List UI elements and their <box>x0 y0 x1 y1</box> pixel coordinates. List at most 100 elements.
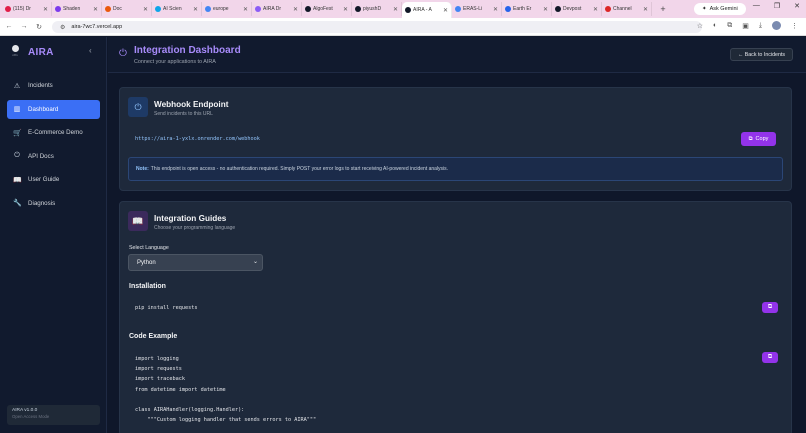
sidebar-item-user-guide[interactable]: 📖 User Guide <box>7 170 100 189</box>
close-tab-icon[interactable]: ✕ <box>93 6 98 13</box>
browser-tab[interactable]: AlgoFest ✕ <box>302 2 352 16</box>
integration-guides-card: 📖 Integration Guides Choose your program… <box>119 201 792 433</box>
browser-tab-label: AI Scien <box>163 6 182 12</box>
copy-icon: ⧉ <box>748 135 753 142</box>
favicon-icon <box>455 6 461 12</box>
sidebar-item-e-commerce-demo[interactable]: 🛒 E-Commerce Demo <box>7 123 100 142</box>
sidebar-item-label: Dashboard <box>28 105 59 113</box>
page-title: Integration Dashboard <box>134 45 241 56</box>
close-tab-icon[interactable]: ✕ <box>43 6 48 13</box>
guides-subtitle: Choose your programming language <box>154 225 236 231</box>
profile-avatar[interactable] <box>772 21 781 30</box>
sidebar: n8n AIRA ‹ ⚠ Incidents ▥ Dashboard 🛒 E-Commer… <box>0 37 107 433</box>
close-tab-icon[interactable]: ✕ <box>343 6 348 13</box>
favicon-icon <box>205 6 211 12</box>
minimize-icon[interactable]: — <box>753 2 760 10</box>
favicon-icon <box>605 6 611 12</box>
site-info-icon[interactable]: ⚙ <box>60 24 65 31</box>
install-command: pip install requests <box>135 305 198 311</box>
webhook-url: https://aira-1-yxlx.onrender.com/webhook <box>135 136 260 142</box>
copy-install-button[interactable]: ⧉ <box>762 302 778 313</box>
main-content: ⏻ Integration Dashboard Connect your app… <box>108 37 806 433</box>
copy-code-button[interactable]: ⧉ <box>762 352 778 363</box>
browser-tab[interactable]: europe ✕ <box>202 2 252 16</box>
sidebar-nav: ⚠ Incidents ▥ Dashboard 🛒 E-Commerce Demo ⏻ API… <box>7 76 100 217</box>
sidebar-item-dashboard[interactable]: ▥ Dashboard <box>7 99 100 119</box>
new-tab-icon[interactable]: + <box>656 4 670 14</box>
close-tab-icon[interactable]: ✕ <box>143 6 148 13</box>
browser-tab-label: AIRA Dr <box>263 6 282 12</box>
browser-tab[interactable]: ERAS-Li ✕ <box>452 2 502 16</box>
download-icon[interactable]: ⤓ <box>759 22 762 30</box>
close-tab-icon[interactable]: ✕ <box>243 6 248 13</box>
browser-tab[interactable]: (115) Dr ✕ <box>2 2 52 16</box>
brand[interactable]: n8n AIRA <box>10 45 54 59</box>
close-tab-icon[interactable]: ✕ <box>393 6 398 13</box>
collapse-sidebar-icon[interactable]: ‹ <box>89 46 92 55</box>
browser-toolbar-icons: ☆ ◐ ⧉ ▣ ⤓ ⋮ <box>697 21 798 30</box>
browser-tab[interactable]: AIRA - A ✕ <box>402 2 452 18</box>
browser-tab[interactable]: AI Scien ✕ <box>152 2 202 16</box>
browser-tab[interactable]: Devpost ✕ <box>552 2 602 16</box>
language-select[interactable]: Python ⌄ <box>128 254 263 271</box>
brand-name: AIRA <box>28 46 54 58</box>
plug-icon: ⏻ <box>119 48 127 59</box>
favicon-icon <box>5 6 11 12</box>
selected-language: Python <box>137 259 156 266</box>
sidebar-item-label: E-Commerce Demo <box>28 129 83 136</box>
close-tab-icon[interactable]: ✕ <box>543 6 548 13</box>
chart-icon: ▥ <box>13 106 21 113</box>
copy-url-button[interactable]: ⧉ Copy <box>741 132 776 146</box>
logo-mark-icon <box>11 45 19 52</box>
code-example-title: Code Example <box>129 333 178 340</box>
close-tab-icon[interactable]: ✕ <box>643 6 648 13</box>
access-mode-label: Open Access Mode <box>12 414 50 419</box>
close-tab-icon[interactable]: ✕ <box>443 7 448 14</box>
sidebar-item-incidents[interactable]: ⚠ Incidents <box>7 76 100 95</box>
guides-title: Integration Guides <box>154 214 227 223</box>
webhook-endpoint-card: ⏻ Webhook Endpoint Send incidents to thi… <box>119 87 792 191</box>
menu-kebab-icon[interactable]: ⋮ <box>791 22 798 30</box>
url-field[interactable]: ⚙ aira-7wc7.vercel.app <box>52 21 702 33</box>
address-bar-row: ← → ↻ ⚙ aira-7wc7.vercel.app ☆ ◐ ⧉ ▣ ⤓ ⋮ <box>0 18 806 36</box>
browser-tab[interactable]: piyushD ✕ <box>352 2 402 16</box>
browser-tab[interactable]: AIRA Dr ✕ <box>252 2 302 16</box>
chevron-down-icon: ⌄ <box>252 259 258 265</box>
logo-sub: n8n <box>12 53 18 57</box>
browser-tab-label: piyushD <box>363 6 382 12</box>
puzzle-icon[interactable]: ⧉ <box>727 22 732 30</box>
browser-tab[interactable]: Shaden ✕ <box>52 2 102 16</box>
bookmark-star-icon[interactable]: ☆ <box>697 22 703 30</box>
extension-icon[interactable]: ◐ <box>713 22 717 29</box>
close-tab-icon[interactable]: ✕ <box>293 6 298 13</box>
favicon-icon <box>305 6 311 12</box>
sidebar-item-diagnosis[interactable]: 🔧 Diagnosis <box>7 194 100 213</box>
sidebar-item-label: Diagnosis <box>28 199 56 207</box>
browser-tab[interactable]: Channel ✕ <box>602 2 652 16</box>
close-tab-icon[interactable]: ✕ <box>593 6 598 13</box>
back-to-incidents-button[interactable]: ← Back to Incidents <box>730 48 793 61</box>
note-text: This endpoint is open access - no authen… <box>150 166 449 172</box>
installation-title: Installation <box>129 283 166 290</box>
browser-tab-label: Devpost <box>563 6 582 12</box>
browser-tab[interactable]: Earth Er ✕ <box>502 2 552 16</box>
close-window-icon[interactable]: ✕ <box>794 2 800 10</box>
url-text: aira-7wc7.vercel.app <box>71 24 123 30</box>
browser-tab-label: europe <box>213 6 229 12</box>
browser-tab[interactable]: Doc ✕ <box>102 2 152 16</box>
forward-arrow-icon[interactable]: → <box>18 23 30 30</box>
version-box: AIRA v1.0.0 Open Access Mode <box>7 405 100 425</box>
copy-icon: ⧉ <box>767 354 773 360</box>
wrench-icon: 🔧 <box>13 200 22 207</box>
close-tab-icon[interactable]: ✕ <box>193 6 198 13</box>
reload-icon[interactable]: ↻ <box>33 23 45 31</box>
close-tab-icon[interactable]: ✕ <box>493 6 498 13</box>
sidepanel-icon[interactable]: ▣ <box>742 22 749 30</box>
restore-icon[interactable]: ❐ <box>774 2 780 10</box>
ask-gemini-button[interactable]: ✦ Ask Gemini <box>694 3 746 15</box>
logo: n8n <box>10 45 20 59</box>
sidebar-item-api-docs[interactable]: ⏻ API Docs <box>7 147 100 166</box>
browser-tab-label: AlgoFest <box>313 6 333 12</box>
browser-tab-label: AIRA - A <box>413 7 432 13</box>
back-arrow-icon[interactable]: ← <box>3 23 15 30</box>
